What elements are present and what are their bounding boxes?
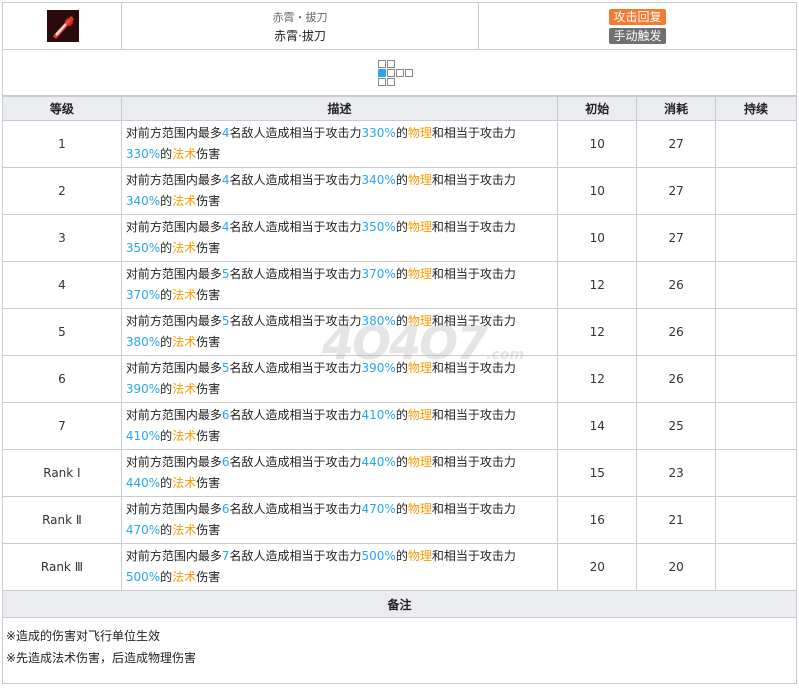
attack-range — [2, 50, 797, 96]
initial-sp-cell: 20 — [557, 543, 638, 591]
tag-manual-trigger: 手动触发 — [609, 27, 666, 44]
level-cell: Rank Ⅲ — [2, 543, 122, 591]
duration-cell — [715, 355, 797, 403]
range-grid — [377, 59, 422, 86]
sp-cost-cell: 21 — [636, 496, 717, 544]
skill-header: 赤霄・拔刀 赤霄·拔刀 攻击回复 手动触发 — [2, 2, 797, 50]
table-header-row: 等级 描述 初始 消耗 持续 — [2, 96, 797, 121]
initial-sp-cell: 12 — [557, 308, 638, 356]
sp-cost-cell: 26 — [636, 261, 717, 309]
tag-attack-recovery: 攻击回复 — [609, 8, 666, 25]
description-cell: 对前方范围内最多5名敌人造成相当于攻击力370%的物理和相当于攻击力 370%的法… — [120, 261, 559, 309]
level-cell: 1 — [2, 120, 122, 168]
duration-cell — [715, 543, 797, 591]
level-cell: Rank Ⅰ — [2, 449, 122, 497]
duration-cell — [715, 261, 797, 309]
level-cell: 2 — [2, 167, 122, 215]
sp-cost-cell: 26 — [636, 355, 717, 403]
skill-name-cell: 赤霄・拔刀 赤霄·拔刀 — [122, 3, 479, 49]
description-cell: 对前方范围内最多4名敌人造成相当于攻击力340%的物理和相当于攻击力 340%的法… — [120, 167, 559, 215]
table-row: Rank Ⅰ 对前方范围内最多6名敌人造成相当于攻击力440%的物理和相当于攻击力… — [2, 449, 797, 497]
level-cell: 5 — [2, 308, 122, 356]
sp-cost-cell: 20 — [636, 543, 717, 591]
skill-subtitle: 赤霄・拔刀 — [272, 10, 328, 24]
level-cell: 3 — [2, 214, 122, 262]
table-row: 2 对前方范围内最多4名敌人造成相当于攻击力340%的物理和相当于攻击力 340%的… — [2, 167, 797, 215]
initial-sp-cell: 15 — [557, 449, 638, 497]
operator-position-icon — [377, 68, 386, 77]
sp-cost-cell: 25 — [636, 402, 717, 450]
table-row: 6 对前方范围内最多5名敌人造成相当于攻击力390%的物理和相当于攻击力 390%的… — [2, 355, 797, 403]
description-cell: 对前方范围内最多6名敌人造成相当于攻击力470%的物理和相当于攻击力 470%的法… — [120, 496, 559, 544]
initial-sp-cell: 10 — [557, 214, 638, 262]
skill-sword-icon — [47, 10, 79, 42]
col-level: 等级 — [2, 96, 122, 121]
table-row: 1 对前方范围内最多4名敌人造成相当于攻击力330%的物理和相当于攻击力 330%的… — [2, 120, 797, 168]
sp-cost-cell: 26 — [636, 308, 717, 356]
initial-sp-cell: 12 — [557, 261, 638, 309]
duration-cell — [715, 167, 797, 215]
table-row: Rank Ⅱ 对前方范围内最多6名敌人造成相当于攻击力470%的物理和相当于攻击力… — [2, 496, 797, 544]
description-cell: 对前方范围内最多5名敌人造成相当于攻击力390%的物理和相当于攻击力 390%的法… — [120, 355, 559, 403]
table-row: 3 对前方范围内最多4名敌人造成相当于攻击力350%的物理和相当于攻击力 350%的… — [2, 214, 797, 262]
skill-panel: 赤霄・拔刀 赤霄·拔刀 攻击回复 手动触发 等级 描述 初始 消耗 持续 1 对… — [2, 2, 797, 684]
initial-sp-cell: 10 — [557, 120, 638, 168]
initial-sp-cell: 12 — [557, 355, 638, 403]
level-cell: 7 — [2, 402, 122, 450]
duration-cell — [715, 496, 797, 544]
description-cell: 对前方范围内最多4名敌人造成相当于攻击力350%的物理和相当于攻击力 350%的法… — [120, 214, 559, 262]
skill-level-table: 等级 描述 初始 消耗 持续 1 对前方范围内最多4名敌人造成相当于攻击力330%… — [2, 96, 797, 591]
note-line: ※先造成法术伤害，后造成物理伤害 — [6, 651, 197, 665]
table-row: 5 对前方范围内最多5名敌人造成相当于攻击力380%的物理和相当于攻击力 380%的… — [2, 308, 797, 356]
level-cell: Rank Ⅱ — [2, 496, 122, 544]
duration-cell — [715, 402, 797, 450]
note-line: ※造成的伤害对飞行单位生效 — [6, 629, 161, 643]
duration-cell — [715, 449, 797, 497]
duration-cell — [715, 120, 797, 168]
level-cell: 4 — [2, 261, 122, 309]
initial-sp-cell: 16 — [557, 496, 638, 544]
level-cell: 6 — [2, 355, 122, 403]
table-row: 4 对前方范围内最多5名敌人造成相当于攻击力370%的物理和相当于攻击力 370%的… — [2, 261, 797, 309]
skill-name: 赤霄·拔刀 — [274, 28, 326, 43]
sp-cost-cell: 27 — [636, 120, 717, 168]
sp-cost-cell: 23 — [636, 449, 717, 497]
table-row: 7 对前方范围内最多6名敌人造成相当于攻击力410%的物理和相当于攻击力 410%的… — [2, 402, 797, 450]
col-description: 描述 — [120, 96, 559, 121]
description-cell: 对前方范围内最多6名敌人造成相当于攻击力440%的物理和相当于攻击力 440%的法… — [120, 449, 559, 497]
notes-body: ※造成的伤害对飞行单位生效 ※先造成法术伤害，后造成物理伤害 — [2, 618, 797, 684]
duration-cell — [715, 308, 797, 356]
sp-cost-cell: 27 — [636, 214, 717, 262]
table-row: Rank Ⅲ 对前方范围内最多7名敌人造成相当于攻击力500%的物理和相当于攻击力… — [2, 543, 797, 591]
initial-sp-cell: 14 — [557, 402, 638, 450]
sp-cost-cell: 27 — [636, 167, 717, 215]
notes-title: 备注 — [2, 591, 797, 618]
description-cell: 对前方范围内最多5名敌人造成相当于攻击力380%的物理和相当于攻击力 380%的法… — [120, 308, 559, 356]
col-duration: 持续 — [715, 96, 797, 121]
skill-icon-cell — [3, 3, 122, 49]
skill-tags: 攻击回复 手动触发 — [479, 3, 796, 49]
description-cell: 对前方范围内最多4名敌人造成相当于攻击力330%的物理和相当于攻击力 330%的法… — [120, 120, 559, 168]
description-cell: 对前方范围内最多7名敌人造成相当于攻击力500%的物理和相当于攻击力 500%的法… — [120, 543, 559, 591]
description-cell: 对前方范围内最多6名敌人造成相当于攻击力410%的物理和相当于攻击力 410%的法… — [120, 402, 559, 450]
duration-cell — [715, 214, 797, 262]
col-initial-sp: 初始 — [557, 96, 638, 121]
initial-sp-cell: 10 — [557, 167, 638, 215]
col-sp-cost: 消耗 — [636, 96, 717, 121]
